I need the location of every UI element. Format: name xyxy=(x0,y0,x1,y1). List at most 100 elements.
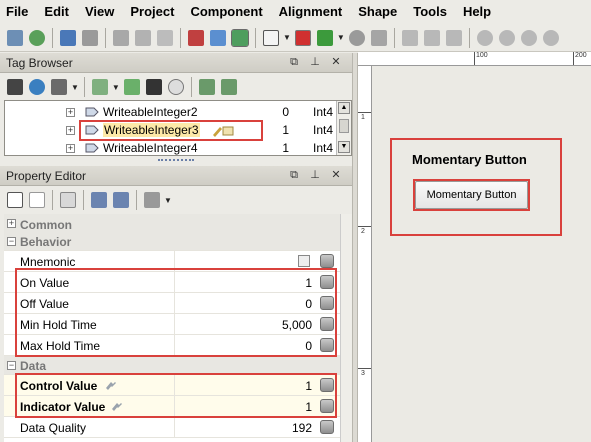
menu-file[interactable]: File xyxy=(6,0,28,24)
prop-value[interactable]: 0 xyxy=(305,339,312,353)
opc-icon[interactable] xyxy=(145,79,162,95)
import-icon[interactable] xyxy=(220,79,237,95)
tree-row[interactable]: + WriteableInteger4 1 Int4 xyxy=(5,140,335,155)
tag-tree[interactable]: + WriteableInteger2 0 Int4 + WriteableIn… xyxy=(4,100,352,156)
prop-value[interactable]: 0 xyxy=(305,297,312,311)
new-tag-icon[interactable] xyxy=(91,79,108,95)
scroll-down-icon[interactable]: ▼ xyxy=(338,141,350,153)
menu-component[interactable]: Component xyxy=(190,0,262,24)
binding-icon[interactable] xyxy=(320,420,334,434)
binding-icon[interactable] xyxy=(320,399,334,413)
copy-icon[interactable] xyxy=(135,29,151,46)
binding-icon[interactable] xyxy=(320,296,334,310)
preview-mode-icon[interactable] xyxy=(231,28,249,47)
scroll-up-icon[interactable]: ▲ xyxy=(338,102,350,114)
tree-row[interactable]: + WriteableInteger2 0 Int4 xyxy=(5,104,335,121)
save-icon[interactable] xyxy=(7,29,23,46)
prop-indicator-value[interactable]: Indicator Value 1 xyxy=(4,396,340,417)
tag-tree-scrollbar[interactable]: ▲ ▼ xyxy=(336,101,351,155)
menu-tools[interactable]: Tools xyxy=(413,0,447,24)
no-security-icon[interactable] xyxy=(188,29,204,46)
launch-icon[interactable] xyxy=(316,29,333,46)
zoom-in-icon[interactable] xyxy=(520,29,537,46)
window-icon[interactable] xyxy=(263,29,279,46)
prop-max-hold-time[interactable]: Max Hold Time 0 xyxy=(4,335,340,356)
prop-value[interactable]: 1 xyxy=(305,400,312,414)
prop-min-hold-time[interactable]: Min Hold Time 5,000 xyxy=(4,314,340,335)
splitter-handle[interactable] xyxy=(158,159,194,162)
bind-icon[interactable] xyxy=(445,29,462,46)
group-icon[interactable] xyxy=(401,29,418,46)
zoom-out-icon[interactable] xyxy=(498,29,515,46)
chevron-down-icon[interactable]: ▼ xyxy=(71,83,79,92)
binding-icon[interactable] xyxy=(320,378,334,392)
menu-help[interactable]: Help xyxy=(463,0,491,24)
style-icon[interactable] xyxy=(113,192,129,208)
refresh-icon[interactable] xyxy=(29,79,45,95)
section-data[interactable]: − Data xyxy=(4,356,340,375)
collapse-icon[interactable]: − xyxy=(7,361,16,370)
pin-icon[interactable]: ⊥ xyxy=(309,169,321,181)
chevron-down-icon[interactable]: ▼ xyxy=(112,83,120,92)
menu-alignment[interactable]: Alignment xyxy=(279,0,343,24)
prop-mnemonic[interactable]: Mnemonic xyxy=(4,251,340,272)
binoculars-icon[interactable] xyxy=(7,79,23,95)
close-icon[interactable]: ✕ xyxy=(330,56,342,68)
scroll-thumb[interactable] xyxy=(339,119,349,133)
clock-icon[interactable] xyxy=(167,79,184,95)
tag-group-icon[interactable] xyxy=(51,79,67,95)
prop-value[interactable]: 1 xyxy=(305,276,312,290)
text-editor-icon[interactable] xyxy=(298,255,310,267)
prop-control-value[interactable]: Control Value 1 xyxy=(4,375,340,396)
prop-off-value[interactable]: Off Value 0 xyxy=(4,293,340,314)
expand-icon[interactable]: + xyxy=(66,108,75,117)
menu-shape[interactable]: Shape xyxy=(358,0,397,24)
refresh-icon[interactable] xyxy=(29,29,45,46)
chevron-down-icon[interactable]: ▼ xyxy=(337,33,345,42)
prop-data-quality[interactable]: Data Quality 192 xyxy=(4,417,340,438)
pin-icon[interactable]: ⊥ xyxy=(309,56,321,68)
window-canvas[interactable] xyxy=(372,66,591,442)
stop-icon[interactable] xyxy=(294,29,311,46)
edit-tag-icon[interactable] xyxy=(123,79,140,95)
property-scrollbar[interactable] xyxy=(340,214,352,442)
binding-icon[interactable] xyxy=(320,254,334,268)
customizers-icon[interactable] xyxy=(91,192,107,208)
expand-icon[interactable]: + xyxy=(66,126,75,135)
categorized-icon[interactable] xyxy=(7,192,23,208)
lock-icon[interactable] xyxy=(370,29,387,46)
collapse-icon[interactable]: − xyxy=(7,237,16,246)
prop-value[interactable]: 192 xyxy=(292,421,312,435)
prop-value[interactable]: 1 xyxy=(305,379,312,393)
redo-icon[interactable] xyxy=(82,29,98,46)
zoom-icon[interactable] xyxy=(476,29,493,46)
prop-value[interactable]: 5,000 xyxy=(282,318,312,332)
momentary-button[interactable]: Momentary Button xyxy=(415,181,528,209)
close-icon[interactable]: ✕ xyxy=(330,169,342,181)
binding-icon[interactable] xyxy=(320,317,334,331)
binding-icon[interactable] xyxy=(320,338,334,352)
expand-icon[interactable]: + xyxy=(7,219,16,228)
communication-icon[interactable] xyxy=(210,29,226,46)
menu-project[interactable]: Project xyxy=(130,0,174,24)
sort-az-icon[interactable] xyxy=(29,192,45,208)
cut-icon[interactable] xyxy=(113,29,129,46)
gear-icon[interactable] xyxy=(348,29,365,46)
dynamic-properties-icon[interactable] xyxy=(60,192,76,208)
menu-view[interactable]: View xyxy=(85,0,114,24)
edit-icon[interactable] xyxy=(423,29,440,46)
expand-icon[interactable]: + xyxy=(66,144,75,153)
chevron-down-icon[interactable]: ▼ xyxy=(164,196,172,205)
prop-on-value[interactable]: On Value 1 xyxy=(4,272,340,293)
undo-icon[interactable] xyxy=(60,29,76,46)
export-icon[interactable] xyxy=(198,79,215,95)
float-panel-icon[interactable]: ⧉ xyxy=(288,56,300,68)
paste-icon[interactable] xyxy=(157,29,173,46)
float-panel-icon[interactable]: ⧉ xyxy=(288,169,300,181)
section-behavior[interactable]: − Behavior xyxy=(4,232,340,251)
menu-edit[interactable]: Edit xyxy=(44,0,69,24)
zoom-fit-icon[interactable] xyxy=(542,29,559,46)
binding-icon[interactable] xyxy=(320,275,334,289)
tree-row-selected[interactable]: + WriteableInteger3 1 Int4 xyxy=(5,122,335,139)
chevron-down-icon[interactable]: ▼ xyxy=(283,33,291,42)
